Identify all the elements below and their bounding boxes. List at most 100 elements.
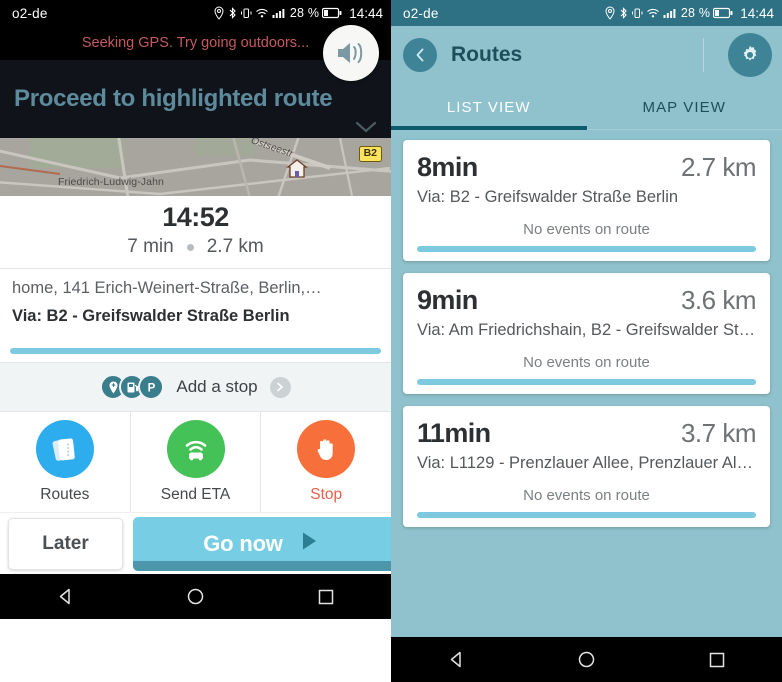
route-events: No events on route	[523, 487, 650, 504]
route-duration: 11min	[417, 418, 491, 448]
send-eta-icon	[166, 420, 225, 478]
route-events: No events on route	[523, 354, 650, 371]
parking-icon: P	[138, 374, 165, 400]
status-clock-right: 14:44	[740, 5, 774, 21]
wifi-icon	[256, 8, 268, 18]
instruction-text: Proceed to highlighted route	[14, 85, 333, 112]
home-icon[interactable]	[167, 587, 223, 606]
tab-list-view-label: LIST VIEW	[446, 98, 531, 116]
bluetooth-icon	[620, 7, 627, 19]
action-routes-label: Routes	[40, 486, 90, 503]
action-send-eta-label: Send ETA	[160, 486, 231, 503]
action-row: Routes Send ETA Stop	[0, 412, 391, 512]
home-icon[interactable]	[558, 650, 614, 669]
settings-button[interactable]	[728, 33, 772, 77]
route-card-header: 11min 3.7 km	[417, 418, 757, 449]
tab-map-view-label: MAP VIEW	[642, 98, 727, 116]
back-button[interactable]	[403, 38, 437, 72]
route-events: No events on route	[523, 221, 650, 238]
carrier-label-right: o2-de	[403, 5, 439, 21]
go-now-label: Go now	[203, 530, 283, 556]
route-progress-wrap	[0, 326, 391, 362]
route-traffic-bar	[417, 379, 756, 385]
route-card-header: 8min 2.7 km	[417, 152, 757, 183]
location-icon	[605, 6, 615, 20]
battery-percent: 28 %	[289, 6, 320, 20]
eta-arrival-time: 14:52	[162, 202, 229, 232]
signal-icon	[663, 9, 676, 18]
route-distance: 3.6 km	[680, 285, 757, 315]
route-card[interactable]: 9min 3.6 km Via: Am Friedrichshain, B2 -…	[403, 273, 770, 394]
route-via: Via: Am Friedrichshain, B2 - Greifswalde…	[417, 321, 756, 339]
action-stop-label: Stop	[310, 486, 343, 503]
routes-icon	[35, 420, 94, 478]
map-street-label: Friedrich-Ludwig-Jahn	[58, 176, 164, 188]
chevron-down-icon[interactable]	[355, 120, 377, 134]
battery-icon	[322, 7, 342, 19]
tab-list-view[interactable]: LIST VIEW	[391, 84, 587, 130]
left-phone-screen: o2-de 28 % 14:44 Seeking GPS. Try going …	[0, 0, 391, 682]
route-card-header: 9min 3.6 km	[417, 285, 757, 316]
route-progress-bar	[10, 348, 381, 354]
action-stop[interactable]: Stop	[261, 412, 391, 512]
svg-text:P: P	[148, 382, 156, 394]
destination-block[interactable]: home, 141 Erich-Weinert-Straße, Berlin,……	[0, 269, 391, 326]
destination-address: home, 141 Erich-Weinert-Straße, Berlin,…	[12, 279, 322, 297]
route-card[interactable]: 11min 3.7 km Via: L1129 - Prenzlauer All…	[403, 406, 770, 527]
action-routes[interactable]: Routes	[0, 412, 131, 512]
go-now-button[interactable]: Go now	[133, 516, 391, 571]
later-button[interactable]: Later	[8, 517, 123, 570]
gear-icon	[743, 45, 757, 61]
status-bar-right: o2-de 28 % 14:44	[391, 0, 782, 26]
destination-via: Via: B2 - Greifswalder Straße Berlin	[12, 307, 290, 325]
bluetooth-icon	[229, 7, 236, 19]
tab-map-view[interactable]: MAP VIEW	[587, 84, 782, 130]
right-phone-screen: o2-de 28 % 14:44 Routes LIST VIEW MAP VI…	[391, 0, 782, 682]
bottom-action-bar: Later Go now	[0, 512, 391, 574]
battery-percent-right: 28 %	[680, 6, 711, 20]
action-send-eta[interactable]: Send ETA	[131, 412, 262, 512]
status-clock: 14:44	[349, 5, 383, 21]
map-preview[interactable]: Friedrich-Ludwig-Jahn Ostseestr B2	[0, 138, 391, 196]
add-stop-label: Add a stop	[176, 377, 258, 396]
separator-dot	[186, 243, 194, 251]
status-icons-right: 28 % 14:44	[604, 6, 774, 21]
recents-icon[interactable]	[298, 588, 354, 606]
status-icons: 28 % 14:44	[213, 6, 383, 21]
speaker-icon	[338, 43, 363, 63]
system-navigation-bar-right	[391, 637, 782, 682]
vibrate-icon	[240, 8, 252, 18]
route-traffic-bar	[417, 246, 756, 252]
chevron-left-icon	[416, 48, 424, 62]
system-navigation-bar	[0, 574, 391, 619]
carrier-label: o2-de	[12, 5, 48, 21]
route-traffic-bar	[417, 512, 756, 518]
routes-list: 8min 2.7 km Via: B2 - Greifswalder Straß…	[391, 130, 782, 637]
vibrate-icon	[631, 8, 643, 18]
wifi-icon	[647, 8, 659, 18]
eta-summary: 14:52 7 min 2.7 km	[0, 196, 391, 269]
home-marker-icon	[286, 159, 308, 178]
back-icon[interactable]	[37, 587, 93, 606]
road-shield-badge: B2	[358, 146, 382, 162]
route-duration: 8min	[417, 152, 478, 182]
add-stop-row[interactable]: P Add a stop	[0, 362, 391, 412]
stop-hand-icon	[297, 420, 356, 478]
go-now-progress	[133, 560, 391, 571]
route-distance: 3.7 km	[680, 418, 757, 448]
back-icon[interactable]	[428, 650, 484, 669]
route-card[interactable]: 8min 2.7 km Via: B2 - Greifswalder Straß…	[403, 140, 770, 261]
battery-icon	[713, 7, 733, 19]
add-stop-icons: P	[100, 374, 165, 400]
routes-header: Routes	[391, 26, 782, 84]
speaker-button[interactable]	[323, 25, 379, 81]
location-icon	[214, 6, 224, 20]
page-title: Routes	[451, 43, 523, 66]
route-duration: 9min	[417, 285, 478, 315]
recents-icon[interactable]	[689, 651, 745, 669]
routes-screen: Routes LIST VIEW MAP VIEW 8min 2.7 km Vi…	[391, 26, 782, 637]
eta-distance: 2.7 km	[206, 236, 264, 257]
signal-icon	[272, 9, 285, 18]
chevron-right-icon[interactable]	[269, 376, 291, 398]
dual-screenshot: o2-de 28 % 14:44 Seeking GPS. Try going …	[0, 0, 782, 682]
